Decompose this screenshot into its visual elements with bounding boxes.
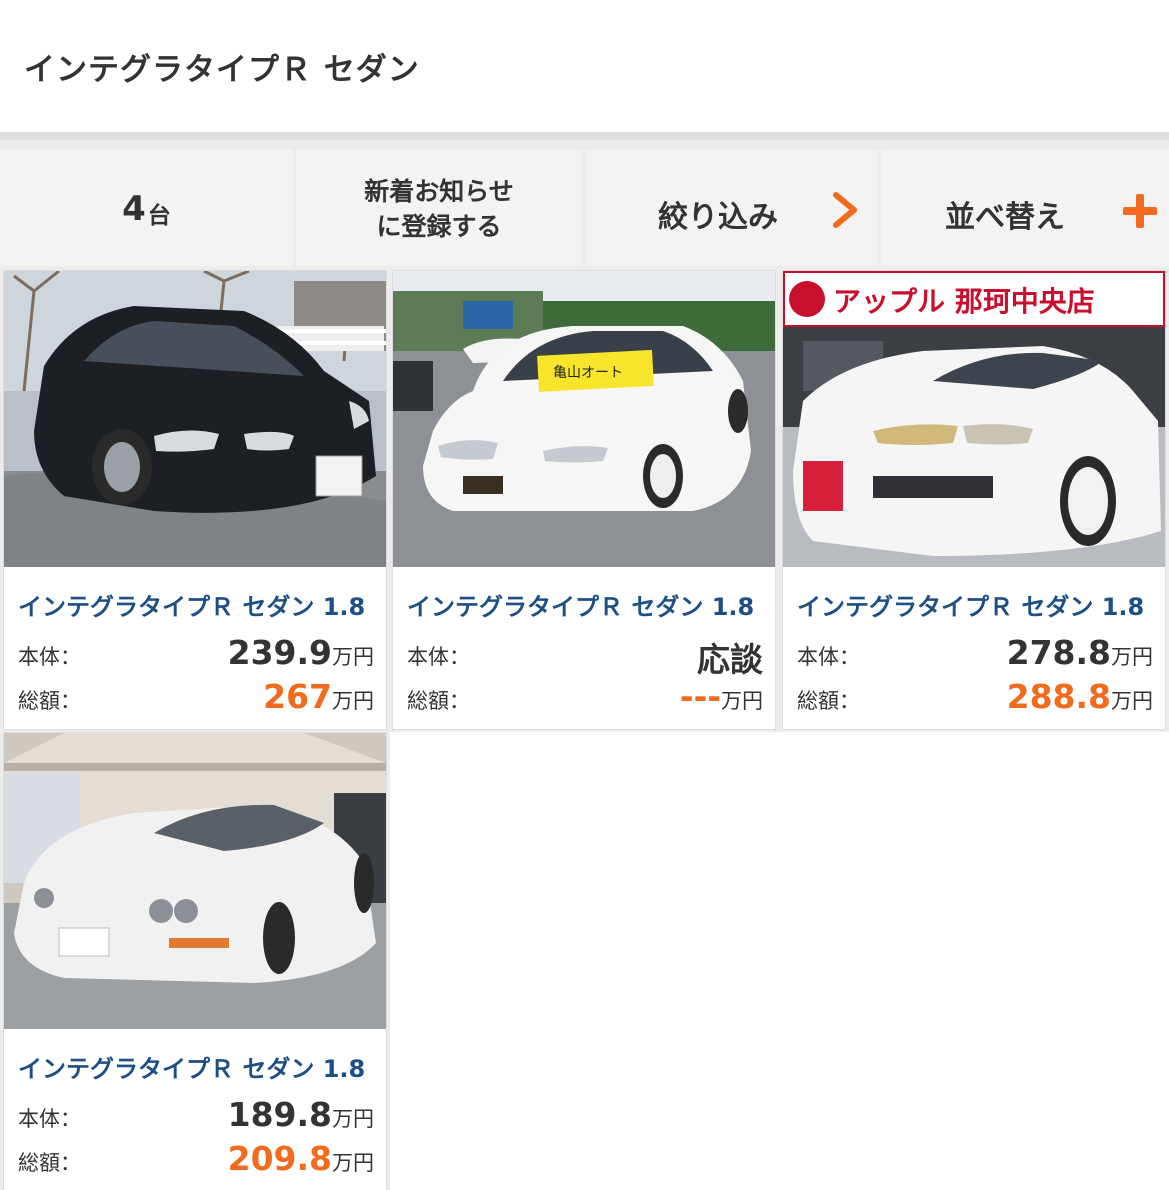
total-price-row: 総額： 209.8万円 [18,1139,374,1179]
result-count-value: 4 [122,189,146,229]
shop-banner-text: アップル 那珂中央店 [833,285,1095,318]
total-price-unit: 万円 [721,689,763,713]
plus-icon [1123,194,1157,228]
car-photo[interactable]: 亀山オート [393,271,775,567]
body-price-row: 本体： 278.8万円 [797,633,1153,673]
page-header: インテグラタイプＲ セダン [0,0,1169,132]
total-price-value: --- [679,677,721,716]
body-price-label: 本体： [18,645,81,669]
result-count-unit: 台 [147,203,171,229]
listing-card[interactable]: アップル 那珂中央店 インテグラタイプＲ セダン 1.8 本体： 278.8万円… [782,270,1166,730]
total-price-label: 総額： [407,689,470,713]
filter-label: 絞り込み [658,200,778,235]
toolbar: 4 台 新着お知らせ に登録する 絞り込み 並べ替え [0,132,1169,268]
car-photo[interactable]: アップル 那珂中央店 [783,271,1165,567]
total-price-row: 総額： ---万円 [407,677,763,717]
car-photo[interactable] [4,733,386,1029]
listing-title[interactable]: インテグラタイプＲ セダン 1.8 [18,587,365,622]
body-price-value: 189.8 [227,1095,332,1134]
body-price-label: 本体： [797,645,860,669]
total-price-value: 209.8 [227,1139,332,1178]
listing-title[interactable]: インテグラタイプＲ セダン 1.8 [797,587,1144,622]
body-price-row: 本体： 応談 [407,633,763,679]
car-photo[interactable] [4,271,386,567]
page-title: インテグラタイプＲ セダン [24,52,420,88]
total-price-label: 総額： [18,689,81,713]
total-price-label: 総額： [797,689,860,713]
listing-card[interactable]: インテグラタイプＲ セダン 1.8 本体： 239.9万円 総額： 267万円 [3,270,387,730]
notify-label-line1: 新着お知らせ [364,177,514,206]
listing-title[interactable]: インテグラタイプＲ セダン 1.8 [407,587,754,622]
listing-grid: インテグラタイプＲ セダン 1.8 本体： 239.9万円 総額： 267万円 [0,266,1169,1190]
total-price-unit: 万円 [332,689,374,713]
result-count: 4 台 [0,150,293,268]
body-price-label: 本体： [407,645,470,669]
total-price-label: 総額： [18,1151,81,1175]
body-price-unit: 万円 [332,645,374,669]
body-price-row: 本体： 239.9万円 [18,633,374,673]
windshield-sign-text: 亀山オート [553,365,623,381]
chevron-right-icon [833,192,857,228]
sort-label: 並べ替え [945,200,1065,235]
filter-button[interactable]: 絞り込み [586,150,878,268]
body-price-value: 応談 [697,640,763,679]
total-price-unit: 万円 [332,1151,374,1175]
total-price-row: 総額： 288.8万円 [797,677,1153,717]
body-price-value: 278.8 [1006,633,1111,672]
listing-title[interactable]: インテグラタイプＲ セダン 1.8 [18,1049,365,1084]
body-price-row: 本体： 189.8万円 [18,1095,374,1135]
listing-card[interactable]: 亀山オート インテグラタイプＲ セダン 1.8 本体： 応談 総額： ---万円 [392,270,776,730]
body-price-value: 239.9 [227,633,332,672]
listing-card[interactable]: インテグラタイプＲ セダン 1.8 本体： 189.8万円 総額： 209.8万… [3,732,387,1190]
total-price-value: 288.8 [1006,677,1111,716]
register-notification-button[interactable]: 新着お知らせ に登録する [296,150,582,268]
body-price-unit: 万円 [1111,645,1153,669]
empty-grid-space [390,732,1169,1190]
notify-label-line2: に登録する [376,212,502,241]
total-price-row: 総額： 267万円 [18,677,374,717]
body-price-unit: 万円 [332,1107,374,1131]
body-price-label: 本体： [18,1107,81,1131]
total-price-unit: 万円 [1111,689,1153,713]
sort-button[interactable]: 並べ替え [881,150,1169,268]
total-price-value: 267 [263,677,332,716]
